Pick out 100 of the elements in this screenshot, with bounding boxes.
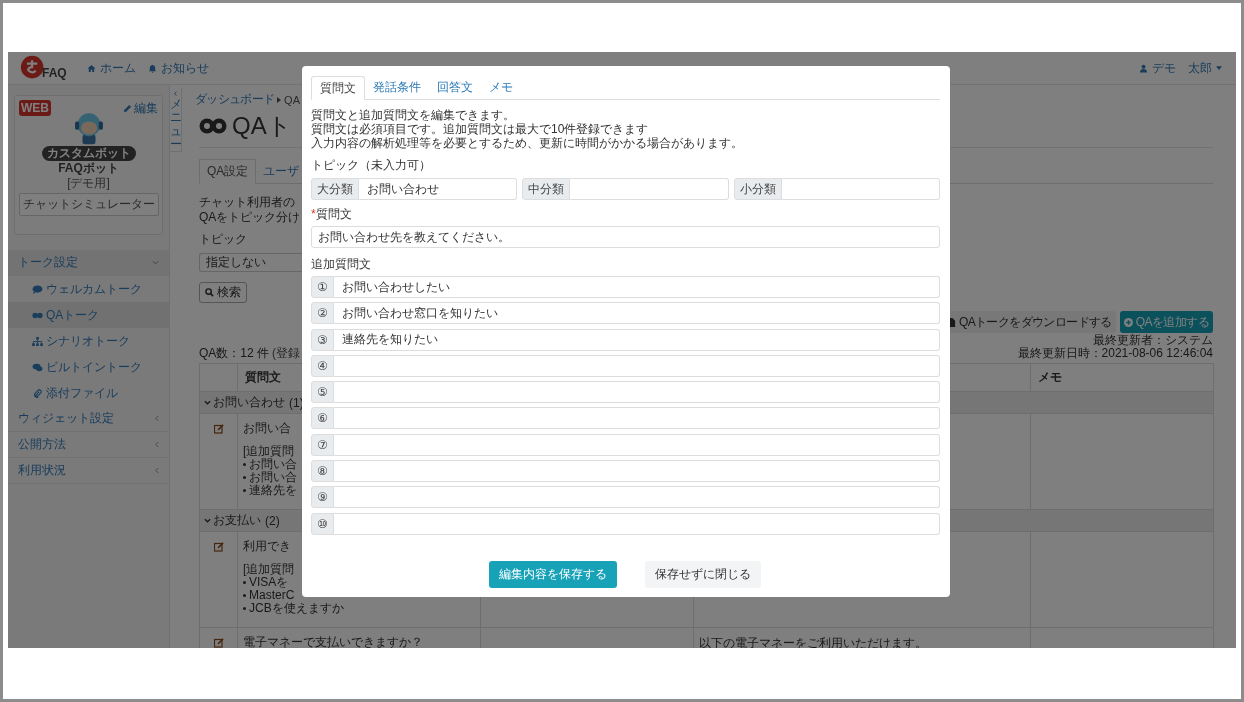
tab[interactable]: 発話条件: [365, 76, 429, 99]
last-updated-text: 最終更新日時：2021-08-06 12:46:04: [1017, 347, 1213, 360]
caret-right-icon: [277, 96, 282, 103]
extra-questions-label: [追加質問: [243, 445, 295, 458]
home-icon: [86, 63, 96, 73]
group-label: お支払い: [213, 512, 261, 529]
sidebar-group[interactable]: トーク設定: [8, 250, 169, 276]
chevron-down-icon: [204, 400, 211, 405]
tab[interactable]: メモ: [481, 76, 521, 99]
input-addon: ⑧: [311, 460, 334, 483]
edit-link[interactable]: 編集: [123, 100, 158, 117]
edit-icon[interactable]: [213, 542, 224, 552]
caret-icon: [1216, 66, 1222, 70]
question-text: お問い合: [243, 421, 291, 435]
extra-question-input[interactable]: [334, 381, 940, 404]
group-label: お問い合わせ: [213, 394, 285, 411]
sidebar-item[interactable]: ウェルカムトーク: [8, 276, 169, 302]
input-addon: ②: [311, 302, 334, 325]
menu-toggle-label: メニュー: [169, 98, 182, 151]
sidebar-group[interactable]: ウィジェット設定: [8, 406, 169, 432]
tab[interactable]: ユーザ: [256, 159, 307, 183]
search-icon: [205, 288, 214, 297]
help-text: 入力内容の解析処理等を必要とするため、更新に時間がかかる場合があります。: [311, 136, 743, 150]
bullet: [243, 489, 246, 492]
extra-question-input[interactable]: [334, 354, 940, 377]
extra-questions-label: [追加質問: [243, 563, 295, 576]
logo-text: FAQ: [42, 66, 67, 80]
topic-label: トピック（未入力可）: [311, 158, 431, 172]
bullet: [243, 581, 246, 584]
extra-question-input[interactable]: [334, 512, 940, 535]
extra-question-text: お問い合: [249, 458, 297, 471]
extra-question-text: JCBを使えますか: [249, 602, 344, 615]
required-mark: *: [311, 207, 316, 221]
chevron-down-icon: [152, 260, 159, 265]
bot-note: [デモ用]: [67, 176, 110, 190]
input-addon: 中分類: [522, 178, 571, 200]
extra-question-input[interactable]: [334, 486, 940, 509]
topic-select[interactable]: 指定しない: [199, 253, 302, 272]
input-addon: ⑦: [311, 433, 334, 456]
sidebar-item[interactable]: シナリオトーク: [8, 328, 169, 354]
user-menu[interactable]: デモ 太郎: [1139, 59, 1222, 77]
bullet: [243, 463, 246, 466]
sidebar-item[interactable]: QAトーク: [8, 302, 169, 328]
comments-icon: [32, 362, 43, 372]
extra-question-input[interactable]: お問い合わせ窓口を知りたい: [334, 302, 940, 325]
chevron-left-icon: [155, 415, 159, 422]
input-addon: ①: [311, 276, 334, 298]
save-button[interactable]: 編集内容を保存する: [489, 560, 617, 588]
sidebar-group[interactable]: 公開方法: [8, 432, 169, 458]
bullet: [243, 594, 246, 597]
chat-icon: [32, 284, 43, 294]
chat-simulator-button[interactable]: チャットシミュレーター: [18, 193, 159, 216]
sidebar-item[interactable]: ビルトイントーク: [8, 354, 169, 380]
extra-question-text: VISAを: [249, 576, 289, 589]
help-text: 質問文と追加質問文を編集できます。: [311, 108, 515, 122]
extra-question-input[interactable]: [334, 460, 940, 483]
topic-input[interactable]: [781, 178, 940, 200]
close-button[interactable]: 保存せずに閉じる: [645, 560, 761, 588]
extra-question-input[interactable]: [334, 433, 940, 456]
breadcrumb-current: QA: [284, 93, 300, 106]
web-badge: WEB: [19, 100, 51, 116]
nav-link[interactable]: ホーム: [86, 59, 136, 77]
input-addon: ⑩: [311, 512, 334, 535]
sidebar-group[interactable]: 利用状況: [8, 458, 169, 484]
qa-count-note: (登録: [272, 347, 301, 360]
group-count: (2): [265, 513, 280, 528]
chevron-left-icon: [155, 467, 159, 474]
extra-question-input[interactable]: 連絡先を知りたい: [334, 328, 940, 351]
sitemap-icon: [32, 336, 43, 346]
topic-input[interactable]: [570, 178, 729, 200]
menu-toggle[interactable]: メニュー: [170, 88, 182, 152]
qa-icon: [32, 310, 43, 320]
extra-question-text: 連絡先を: [249, 484, 297, 497]
question-input[interactable]: お問い合わせ先を教えてください。: [311, 226, 940, 248]
pencil-icon: [123, 104, 132, 113]
nav-link[interactable]: お知らせ: [147, 59, 209, 77]
question-label: 質問文: [315, 207, 352, 221]
last-updated-text: 最終更新者：システム: [1093, 334, 1213, 347]
tab[interactable]: 回答文: [429, 76, 481, 99]
input-addon: 大分類: [311, 178, 359, 200]
chevron-left-icon: [155, 441, 159, 448]
input-addon: 小分類: [733, 178, 782, 200]
tab[interactable]: QA設定: [199, 159, 257, 184]
edit-icon[interactable]: [213, 424, 224, 434]
description-text: QAをトピック分け: [199, 210, 301, 225]
breadcrumb-link[interactable]: ダッシュボード: [195, 91, 275, 108]
paperclip-icon: [32, 388, 43, 398]
extra-question-input[interactable]: お問い合わせしたい: [334, 276, 940, 298]
sidebar-item[interactable]: 添付ファイル: [8, 380, 169, 406]
topic-input[interactable]: お問い合わせ: [359, 178, 518, 200]
search-button[interactable]: 検索: [199, 282, 247, 303]
question-text: 利用でき: [243, 539, 291, 553]
add-qa-button[interactable]: QAを追加する: [1119, 311, 1213, 333]
chevron-down-icon: [204, 518, 211, 523]
edit-icon[interactable]: [213, 638, 224, 648]
tab[interactable]: 質問文: [311, 76, 365, 100]
topic-label: トピック: [199, 232, 247, 247]
extra-question-input[interactable]: [334, 407, 940, 430]
input-addon: ⑥: [311, 407, 334, 430]
page-title: QAト: [232, 111, 292, 141]
